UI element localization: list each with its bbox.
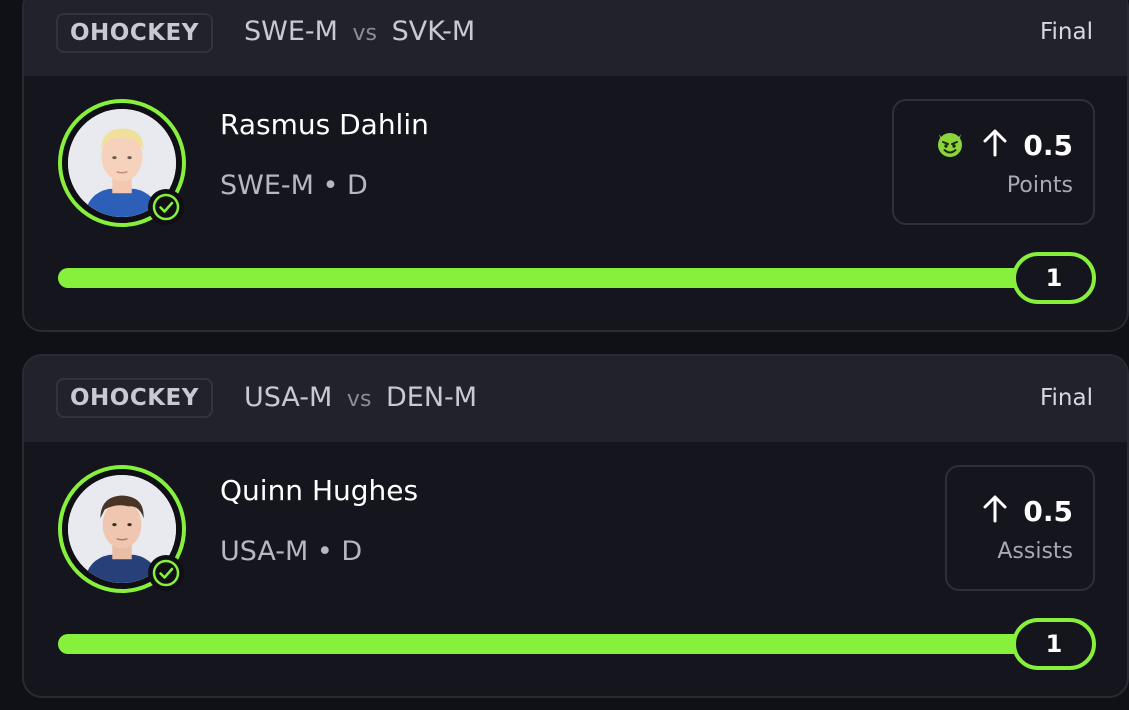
card-header: OHOCKEY SWE-M vs SVK-M Final (24, 0, 1127, 76)
pick-card[interactable]: OHOCKEY USA-M vs DEN-M Final Quinn Hughe… (22, 354, 1129, 698)
progress-fill (58, 268, 1058, 288)
sport-badge: OHOCKEY (56, 378, 213, 418)
vs-label: vs (346, 387, 372, 412)
line-value: 0.5 (1023, 494, 1073, 528)
check-circle-icon (148, 555, 184, 591)
stat-type: Points (1006, 173, 1073, 198)
sport-badge: OHOCKEY (56, 13, 213, 53)
team-home: SWE-M (244, 16, 338, 47)
player-avatar[interactable] (58, 465, 186, 593)
player-team-position: USA-M • D (220, 536, 363, 567)
pick-line: 0.5 (933, 125, 1073, 165)
pick-line: 0.5 (981, 491, 1073, 531)
arrow-up-icon (981, 494, 1009, 528)
team-away: DEN-M (386, 382, 478, 413)
devil-emoji-icon (933, 126, 967, 164)
stat-type: Assists (997, 539, 1073, 564)
matchup: USA-M vs DEN-M (244, 378, 477, 418)
player-team-position: SWE-M • D (220, 170, 368, 201)
pick-line-box[interactable]: 0.5 Assists (945, 465, 1095, 591)
pick-results-list: OHOCKEY SWE-M vs SVK-M Final Rasmus Dahl… (0, 0, 1129, 710)
progress-track (58, 634, 1058, 654)
team-away: SVK-M (391, 16, 476, 47)
progress-track (58, 268, 1058, 288)
pick-line-box[interactable]: 0.5 Points (892, 99, 1095, 225)
progress-fill (58, 634, 1058, 654)
result-value: 1 (1012, 252, 1096, 304)
result-value: 1 (1012, 618, 1096, 670)
player-avatar[interactable] (58, 99, 186, 227)
team-home: USA-M (244, 382, 333, 413)
matchup: SWE-M vs SVK-M (244, 12, 475, 52)
line-value: 0.5 (1023, 128, 1073, 162)
pick-card[interactable]: OHOCKEY SWE-M vs SVK-M Final Rasmus Dahl… (22, 0, 1129, 332)
player-name: Quinn Hughes (220, 474, 419, 507)
arrow-up-icon (981, 128, 1009, 162)
check-circle-icon (148, 189, 184, 225)
vs-label: vs (352, 21, 378, 46)
player-name: Rasmus Dahlin (220, 108, 429, 141)
card-header: OHOCKEY USA-M vs DEN-M Final (24, 356, 1127, 442)
game-status: Final (1039, 385, 1093, 411)
game-status: Final (1039, 19, 1093, 45)
